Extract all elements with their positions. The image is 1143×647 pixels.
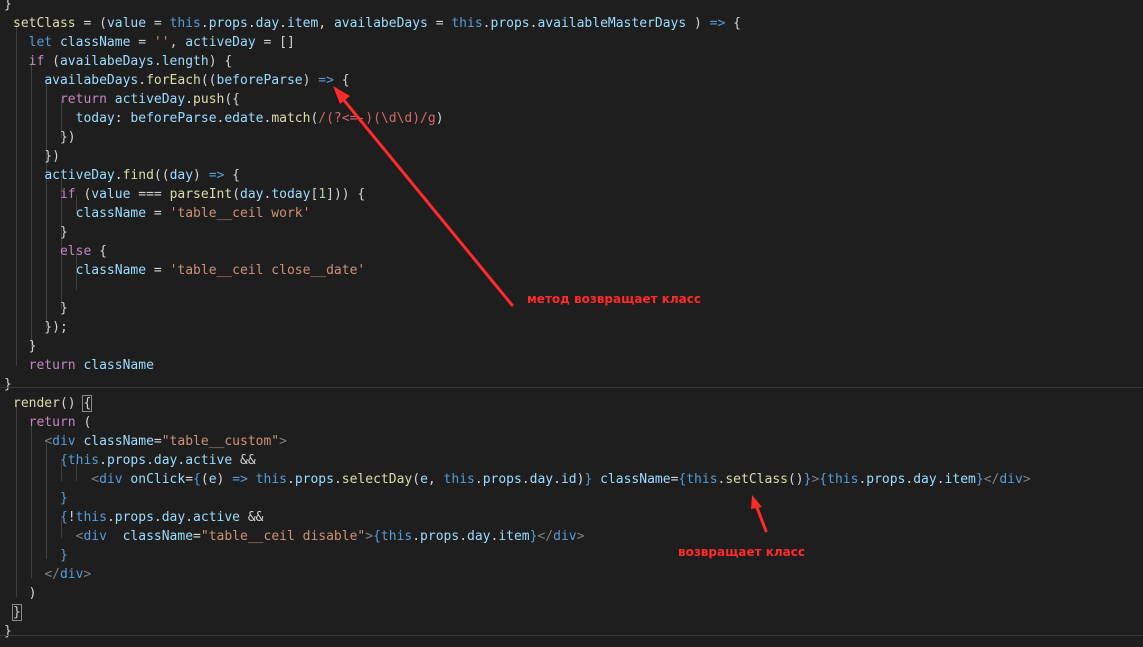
annotation-arrows [333,86,768,533]
arrow-setclass [751,495,768,533]
annotation-returns-class: возвращает класс [678,545,805,559]
arrow-method [333,86,514,307]
code-editor[interactable]: } setClass = (value = this.props.day.item… [0,0,1143,647]
annotation-method-returns-class: метод возвращает класс [527,292,701,306]
